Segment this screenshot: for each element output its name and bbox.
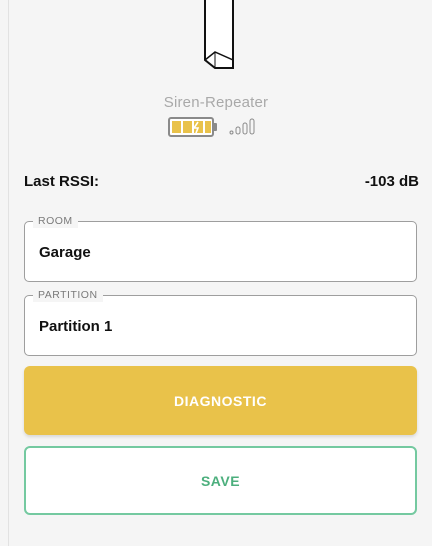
siren-device-image xyxy=(204,0,234,69)
battery-icon xyxy=(168,117,217,137)
device-name: Siren-Repeater xyxy=(163,94,269,111)
room-field-value[interactable]: Garage xyxy=(39,244,399,261)
diagnostic-button[interactable]: DIAGNOSTIC xyxy=(24,366,417,435)
room-field[interactable]: ROOM Garage xyxy=(24,215,417,282)
partition-field[interactable]: PARTITION Partition 1 xyxy=(24,289,417,356)
last-rssi-label: Last RSSI: xyxy=(24,173,100,190)
partition-field-value[interactable]: Partition 1 xyxy=(39,318,399,335)
save-button[interactable]: SAVE xyxy=(24,446,417,515)
partition-field-label: PARTITION xyxy=(33,289,103,302)
signal-strength-icon xyxy=(229,118,255,135)
last-rssi-value: -103 dB xyxy=(364,173,419,190)
room-field-label: ROOM xyxy=(33,215,78,228)
